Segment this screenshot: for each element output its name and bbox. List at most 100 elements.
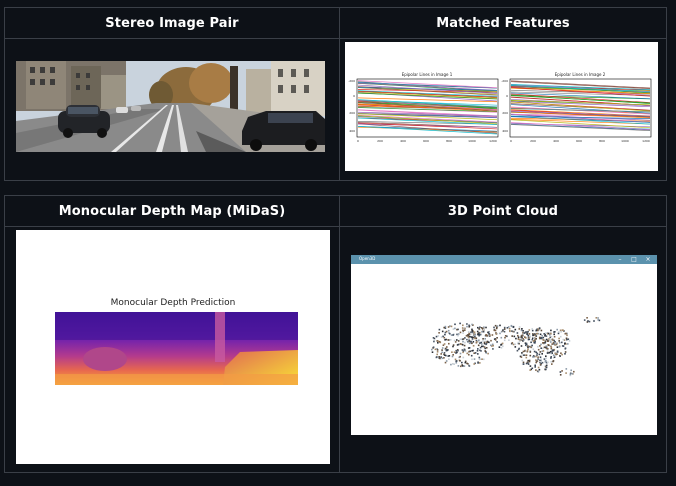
point: [491, 334, 494, 336]
point: [493, 326, 495, 329]
point: [471, 336, 474, 339]
x-tick: 200: [377, 139, 383, 143]
point: [499, 332, 501, 335]
point: [455, 362, 458, 364]
point: [431, 351, 434, 353]
point: [586, 317, 588, 319]
point: [545, 355, 547, 357]
x-tick: 600: [576, 139, 582, 143]
point: [554, 331, 556, 333]
point: [500, 344, 502, 346]
point: [465, 339, 468, 342]
point: [462, 356, 465, 359]
point: [450, 363, 452, 366]
epipolar-figure: Epipolar Lines in Image 1 Epipolar Lines…: [345, 42, 658, 171]
point: [527, 348, 529, 351]
point: [487, 331, 489, 334]
point: [510, 324, 513, 327]
point: [508, 339, 510, 341]
point: [446, 346, 448, 348]
point: [436, 353, 438, 356]
y-tick: 0: [353, 94, 355, 98]
point: [494, 324, 497, 327]
point: [433, 338, 436, 341]
point: [540, 343, 542, 346]
panel-matched-features: Matched Features Epipolar Lines in Image…: [339, 7, 667, 181]
point: [526, 350, 529, 352]
point: [535, 359, 537, 361]
point: [550, 341, 552, 343]
point: [597, 319, 599, 321]
point: [561, 345, 564, 347]
y-tick: -200: [501, 79, 508, 83]
point: [530, 341, 532, 344]
close-button[interactable]: ×: [641, 255, 655, 264]
point: [500, 336, 503, 339]
point: [467, 336, 470, 339]
point: [522, 338, 525, 340]
point: [438, 328, 441, 331]
point: [502, 329, 504, 331]
point: [479, 326, 481, 328]
point: [435, 335, 438, 338]
point: [480, 350, 482, 352]
point: [537, 348, 540, 351]
point: [465, 335, 468, 337]
point: [445, 338, 447, 341]
point: [528, 338, 531, 341]
point: [475, 337, 478, 339]
point: [518, 328, 521, 330]
point: [529, 354, 532, 357]
point: [504, 335, 507, 337]
minimize-button[interactable]: –: [613, 255, 627, 264]
point: [448, 342, 450, 345]
point: [464, 349, 466, 351]
point: [516, 332, 519, 334]
point: [567, 343, 569, 345]
point: [474, 337, 476, 340]
point: [531, 329, 534, 332]
point: [516, 349, 519, 352]
point: [542, 350, 545, 352]
point: [532, 356, 534, 358]
point: [440, 353, 442, 355]
point: [452, 363, 454, 365]
point: [462, 350, 465, 352]
point: [522, 363, 525, 365]
point: [480, 341, 483, 344]
point: [508, 327, 511, 330]
point: [457, 334, 459, 337]
point: [549, 339, 552, 341]
point: [443, 352, 446, 354]
point: [463, 365, 466, 367]
point: [435, 356, 438, 359]
point: [556, 346, 559, 348]
point: [501, 342, 504, 345]
point: [507, 326, 510, 328]
point: [565, 332, 567, 335]
point: [535, 369, 537, 371]
point: [512, 326, 515, 328]
point: [540, 347, 542, 349]
point: [468, 324, 470, 327]
point: [541, 335, 543, 337]
point: [528, 359, 531, 362]
point: [565, 372, 567, 374]
epipolar-title-right: Epipolar Lines in Image 2: [555, 72, 606, 77]
point: [466, 323, 468, 325]
point: [527, 362, 529, 364]
point: [525, 356, 528, 359]
point: [462, 324, 464, 327]
epipolar-title-left: Epipolar Lines in Image 1: [402, 72, 453, 77]
open3d-window-title: Open3D: [359, 256, 376, 261]
point: [521, 352, 523, 354]
maximize-button[interactable]: □: [627, 255, 641, 264]
point: [517, 334, 519, 337]
point: [546, 347, 548, 350]
point: [562, 329, 564, 332]
point: [536, 332, 539, 335]
point: [452, 345, 454, 348]
point: [495, 333, 498, 335]
point: [452, 344, 455, 346]
point: [439, 357, 441, 360]
